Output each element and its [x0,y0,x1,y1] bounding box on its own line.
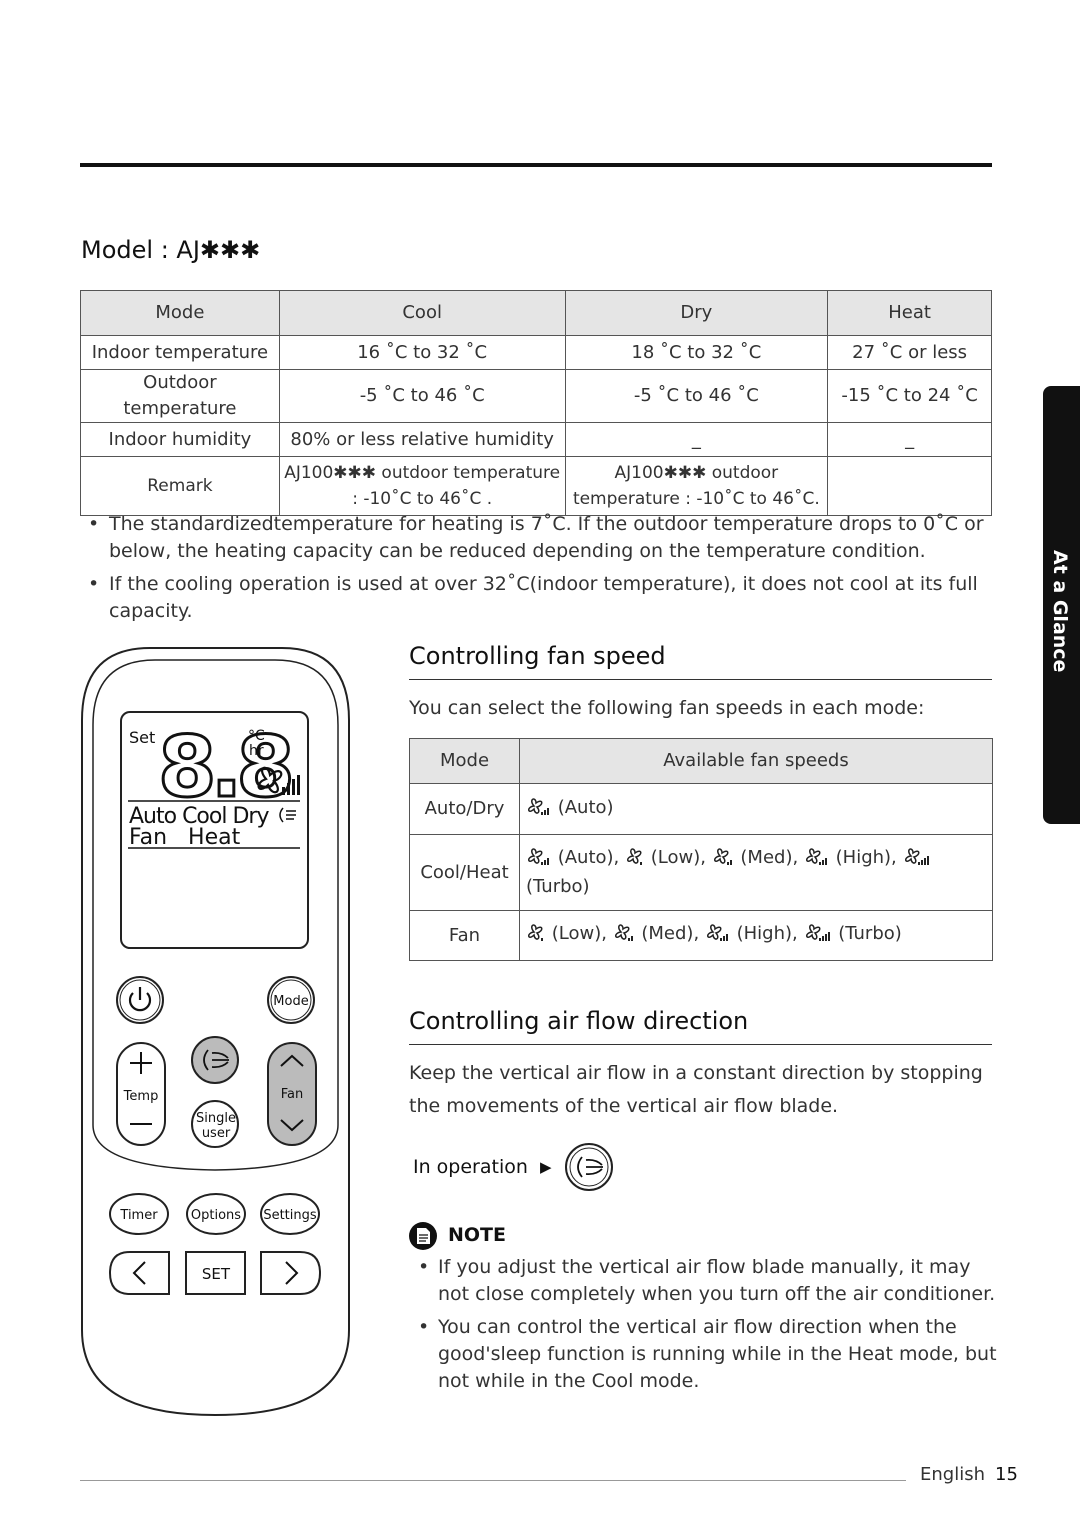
power-button[interactable] [116,976,164,1024]
fan-speed-label: (High), [730,923,804,944]
table-row: Fan (Low), (Med), (High), (Turbo) [409,910,993,961]
fan-speed-heading: Controlling fan speed [409,642,666,670]
left-button[interactable] [108,1251,170,1295]
divider [409,679,992,680]
mode-button[interactable]: Mode [267,976,315,1024]
header-cell: Mode [409,738,520,784]
fan-turbo-icon [903,847,932,874]
fan-high-icon [804,847,830,874]
speeds-cell: (Auto), (Low), (Med), (High), (Turbo) [519,834,993,911]
settings-button[interactable]: Settings [260,1193,320,1235]
page-number: 15 [995,1464,1018,1485]
table-header-row: Mode Available fan speeds [409,738,993,784]
lcd-unit-hr: hr [249,743,264,759]
fan-auto-icon [526,847,552,874]
lcd-modes-line2: Fan Heat [129,825,241,850]
fan-speed-label: (Low), [546,923,613,944]
lcd-unit-c: °C [248,728,265,744]
svg-text:Temp: Temp [123,1089,159,1104]
footer-language: English [920,1464,985,1485]
mode-cell: Cool/Heat [409,834,520,911]
bullet-item: If you adjust the vertical air flow blad… [418,1254,998,1308]
fan-speed-label: (Med), [734,847,804,868]
divider [409,1044,992,1045]
right-button[interactable] [260,1251,322,1295]
set-button[interactable]: SET [185,1251,246,1295]
airflow-swing-button[interactable] [191,1036,239,1084]
footer-rule [80,1480,906,1481]
svg-text:Fan: Fan [281,1087,304,1102]
timer-button[interactable]: Timer [109,1193,169,1235]
temp-button[interactable]: Temp [116,1042,166,1146]
fan-turbo-icon [804,923,833,950]
note-list: If you adjust the vertical air flow blad… [418,1254,998,1401]
note-icon [409,1222,437,1250]
fan-speed-table: Mode Available fan speeds Auto/Dry (Auto… [409,738,993,961]
speeds-cell: (Auto) [519,783,993,835]
fan-speed-label: (High), [829,847,903,868]
airflow-para-1: Keep the vertical air flow in a constant… [409,1062,983,1084]
speeds-cell: (Low), (Med), (High), (Turbo) [519,910,993,961]
bullet-item: You can control the vertical air flow di… [418,1314,998,1395]
fan-speed-label: (Auto), [552,847,626,868]
header-cell: Available fan speeds [519,738,993,784]
fan-speed-label: (Turbo) [526,876,590,897]
svg-text:user: user [202,1126,231,1141]
single-user-button[interactable]: Single user [191,1100,239,1148]
airflow-heading: Controlling air flow direction [409,1007,749,1035]
mode-cell: Auto/Dry [409,783,520,835]
fan-auto-icon [526,797,552,824]
table-row: Cool/Heat (Auto), (Low), (Med), (High), … [409,834,993,911]
fan-speed-label: (Auto) [552,796,614,818]
table-row: Auto/Dry (Auto) [409,783,993,835]
fan-high-icon [705,923,731,950]
in-operation-label: In operation [413,1156,528,1178]
fan-button[interactable]: Fan [267,1042,317,1146]
svg-text:Single: Single [196,1111,236,1126]
fan-low-icon [526,923,546,950]
svg-text:Options: Options [191,1208,241,1223]
fan-speed-label: (Turbo) [832,923,902,944]
note-label: NOTE [448,1224,506,1246]
airflow-para-2: the movements of the vertical air flow b… [409,1095,839,1117]
fan-speed-label: (Low), [645,847,712,868]
lcd-set: Set [129,728,155,747]
fan-med-icon [712,847,735,874]
fan-speed-intro: You can select the following fan speeds … [409,697,925,719]
mode-cell: Fan [409,910,520,961]
options-button[interactable]: Options [186,1193,246,1235]
fan-med-icon [613,923,636,950]
svg-text:SET: SET [202,1265,231,1283]
svg-text:Settings: Settings [263,1208,317,1223]
svg-text:Mode: Mode [273,994,308,1009]
fan-low-icon [625,847,645,874]
svg-text:Timer: Timer [119,1208,158,1223]
arrow-right-icon: ▶ [540,1158,552,1176]
fan-speed-label: (Med), [635,923,705,944]
airflow-swing-icon [565,1143,613,1191]
